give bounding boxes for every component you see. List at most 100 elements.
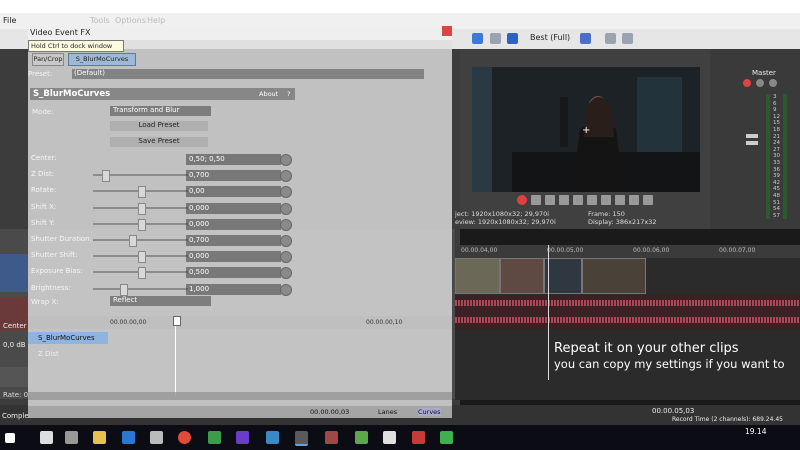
param-value-field[interactable]: 0,500 (186, 267, 281, 279)
app-icon[interactable] (383, 431, 396, 444)
store-icon[interactable] (150, 431, 163, 444)
param-value-field[interactable]: 0,700 (186, 170, 281, 182)
preset-label: Preset: (28, 70, 53, 78)
lanes-button[interactable]: Lanes (378, 408, 397, 416)
param-value-field[interactable]: 0,00 (186, 186, 281, 198)
copy-snapshot-icon[interactable] (605, 33, 616, 44)
meter-tick: 3 (773, 94, 777, 100)
video-clip[interactable] (500, 258, 544, 294)
go-end-button[interactable] (615, 195, 625, 205)
app-icon[interactable] (266, 431, 279, 444)
master-fx-icon[interactable] (743, 79, 751, 87)
menu-help[interactable]: Help (147, 16, 165, 25)
overlays-icon[interactable] (580, 33, 591, 44)
loop-button[interactable] (531, 195, 541, 205)
play-button[interactable] (559, 195, 569, 205)
next-frame-button[interactable] (643, 195, 653, 205)
menu-file[interactable]: File (3, 16, 16, 25)
animate-clock-icon[interactable] (280, 283, 292, 296)
record-button[interactable] (517, 195, 527, 205)
play-from-start-button[interactable] (545, 195, 555, 205)
prev-frame-button[interactable] (629, 195, 639, 205)
app-icon[interactable] (325, 431, 338, 444)
keyframe-scrollbar[interactable] (28, 392, 452, 400)
tab-s-blurmocurves[interactable]: S_BlurMoCurves (68, 53, 136, 66)
param-value-field[interactable]: 0,50; 0,50 (186, 154, 281, 165)
search-icon[interactable] (40, 431, 53, 444)
fx-titlebar[interactable]: Video Event FX (28, 26, 452, 40)
param-value-field[interactable]: 0,700 (186, 235, 281, 246)
pause-button[interactable] (573, 195, 583, 205)
tab-pan-crop[interactable]: Pan/Crop (32, 53, 64, 66)
load-preset-button[interactable]: Load Preset (110, 121, 208, 131)
chrome-icon[interactable] (178, 431, 191, 444)
animate-clock-icon[interactable] (280, 154, 292, 166)
param-value-field[interactable]: 0,000 (186, 202, 281, 214)
split-screen-icon[interactable] (490, 33, 501, 44)
video-clip[interactable] (544, 258, 582, 294)
param-slider-thumb[interactable] (138, 218, 146, 231)
menu-options[interactable]: Options (115, 16, 146, 25)
app-icon[interactable] (355, 431, 368, 444)
animate-clock-icon[interactable] (280, 251, 292, 264)
param-slider-thumb[interactable] (138, 251, 146, 264)
param-value-field[interactable]: 1,000 (186, 283, 281, 295)
master-fader-right[interactable] (746, 141, 758, 145)
param-value-field[interactable]: 0,000 (186, 218, 281, 230)
stop-button[interactable] (587, 195, 597, 205)
param-slider-thumb[interactable] (138, 267, 146, 280)
preview-fx-icon[interactable] (472, 33, 483, 44)
video-track-header[interactable] (0, 254, 28, 292)
master-mute-icon[interactable] (756, 79, 764, 87)
master-fader-left[interactable] (746, 134, 758, 138)
about-link[interactable]: About (259, 90, 278, 98)
timeline-ruler[interactable]: 00.00.04,00 00.00.05,00 00.00.06,00 00.0… (455, 245, 800, 258)
param-slider-thumb[interactable] (129, 235, 137, 247)
animate-clock-icon[interactable] (280, 186, 292, 199)
app-icon[interactable] (208, 431, 221, 444)
param-slider[interactable] (93, 287, 188, 290)
video-clip[interactable] (582, 258, 646, 294)
close-icon[interactable] (442, 26, 452, 36)
app-icon[interactable] (412, 431, 425, 444)
explorer-icon[interactable] (93, 431, 106, 444)
mode-select[interactable]: Transform and Blur (110, 106, 211, 116)
save-preset-button[interactable]: Save Preset (110, 137, 208, 147)
app-icon[interactable] (440, 431, 453, 444)
wrap-select[interactable]: Reflect (110, 296, 211, 306)
video-event-fx-window[interactable]: Video Event FX Hold Ctrl to dock window … (28, 26, 452, 418)
preview-mode-icon[interactable] (507, 33, 518, 44)
curves-button[interactable]: Curves (418, 408, 441, 416)
bus-track-header[interactable] (0, 367, 28, 387)
keyframe-cursor[interactable] (173, 316, 181, 326)
animate-clock-icon[interactable] (280, 235, 292, 247)
help-link[interactable]: ? (287, 90, 290, 98)
vegas-icon[interactable] (295, 431, 308, 446)
param-slider-thumb[interactable] (120, 283, 128, 296)
param-value-field[interactable]: 0,000 (186, 251, 281, 263)
playhead-cursor[interactable] (548, 245, 549, 380)
menu-tools[interactable]: Tools (90, 16, 110, 25)
keyframe-ruler[interactable]: 00.00.00,00 00.00.00,10 (28, 316, 452, 329)
param-slider[interactable] (93, 239, 188, 241)
preset-select[interactable]: (Default) (72, 69, 424, 79)
save-snapshot-icon[interactable] (622, 33, 633, 44)
animate-clock-icon[interactable] (280, 267, 292, 280)
animate-clock-icon[interactable] (280, 170, 292, 183)
windows-start-icon[interactable] (5, 433, 15, 443)
task-view-icon[interactable] (65, 431, 78, 444)
app-icon[interactable] (236, 431, 249, 444)
go-start-button[interactable] (601, 195, 611, 205)
audio-waveform-track[interactable] (455, 295, 800, 329)
edge-icon[interactable] (122, 431, 135, 444)
param-slider-thumb[interactable] (102, 170, 110, 183)
master-solo-icon[interactable] (769, 79, 777, 87)
param-slider-thumb[interactable] (138, 186, 146, 199)
keyframe-track-header[interactable]: S_BlurMoCurves (28, 332, 108, 344)
animate-clock-icon[interactable] (280, 218, 292, 231)
transport-controls (515, 194, 665, 208)
param-slider-thumb[interactable] (138, 202, 146, 215)
preview-quality-select[interactable]: Best (Full) (530, 33, 570, 42)
video-clip[interactable] (455, 258, 500, 294)
animate-clock-icon[interactable] (280, 202, 292, 215)
